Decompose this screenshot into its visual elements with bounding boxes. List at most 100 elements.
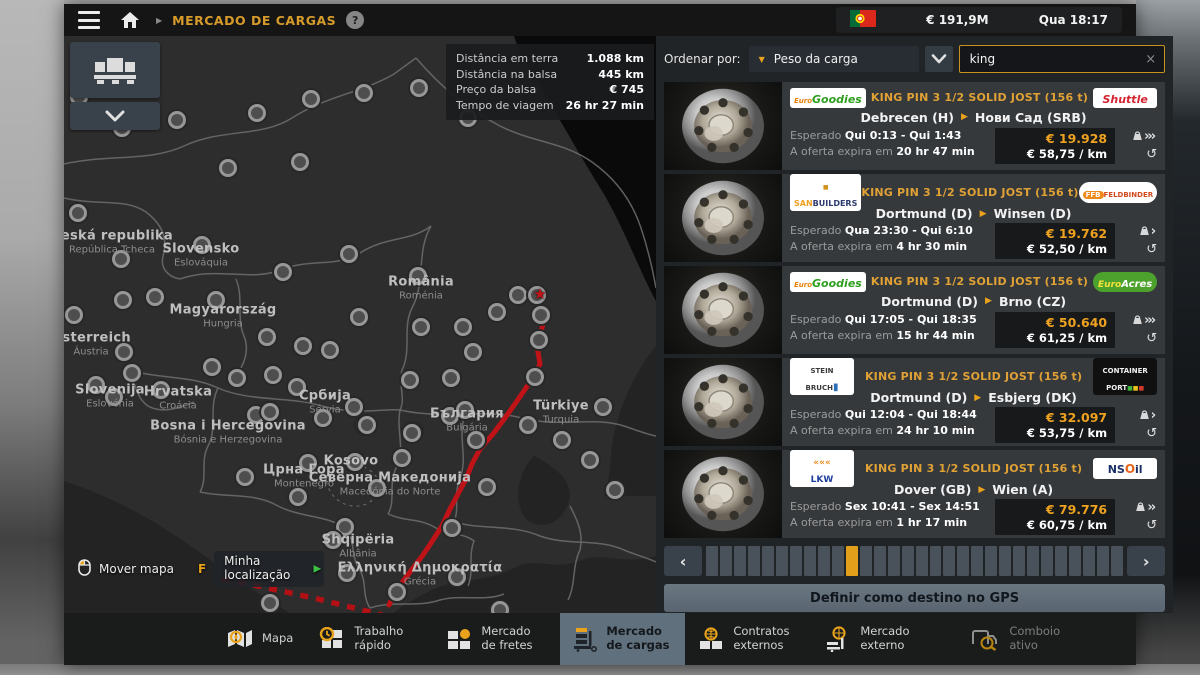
city-dot[interactable]	[368, 479, 386, 497]
city-dot[interactable]	[146, 288, 164, 306]
city-dot[interactable]	[467, 431, 485, 449]
page-segment[interactable]	[804, 546, 816, 576]
page-segment[interactable]	[790, 546, 802, 576]
help-icon[interactable]: ?	[346, 11, 364, 29]
page-segment[interactable]	[957, 546, 969, 576]
city-dot[interactable]	[203, 358, 221, 376]
city-dot[interactable]	[464, 343, 482, 361]
city-dot[interactable]	[358, 416, 376, 434]
city-dot[interactable]	[409, 267, 427, 285]
page-segment[interactable]	[1069, 546, 1081, 576]
city-dot[interactable]	[553, 431, 571, 449]
city-dot[interactable]	[248, 104, 266, 122]
page-segment[interactable]	[720, 546, 732, 576]
city-dot[interactable]	[302, 90, 320, 108]
city-dot[interactable]	[388, 583, 406, 601]
tab-cargo[interactable]: Mercado de cargas	[560, 613, 685, 665]
city-dot[interactable]	[412, 318, 430, 336]
city-dot[interactable]	[581, 451, 599, 469]
city-dot[interactable]	[350, 308, 368, 326]
city-dot[interactable]	[65, 306, 83, 324]
city-dot[interactable]	[274, 263, 292, 281]
page-segment[interactable]	[888, 546, 900, 576]
city-dot[interactable]	[454, 318, 472, 336]
cargo-offer-row[interactable]: EuroGoodiesKING PIN 3 1/2 SOLID JOST (15…	[664, 266, 1165, 354]
city-dot[interactable]	[456, 401, 474, 419]
city-dot[interactable]	[509, 286, 527, 304]
cargo-offer-row[interactable]: ■SANBUILDERSKING PIN 3 1/2 SOLID JOST (1…	[664, 174, 1165, 262]
page-segment[interactable]	[706, 546, 718, 576]
city-dot[interactable]	[443, 519, 461, 537]
city-dot[interactable]	[526, 368, 544, 386]
city-dot[interactable]	[219, 159, 237, 177]
city-dot[interactable]	[87, 376, 105, 394]
city-dot[interactable]	[340, 245, 358, 263]
city-dot[interactable]	[258, 328, 276, 346]
city-dot[interactable]	[532, 306, 550, 324]
page-segment[interactable]	[1055, 546, 1067, 576]
city-dot[interactable]	[112, 250, 130, 268]
city-dot[interactable]	[193, 236, 211, 254]
city-dot[interactable]	[338, 564, 356, 582]
city-dot[interactable]	[288, 378, 306, 396]
clear-search-icon[interactable]: ×	[1145, 52, 1156, 67]
page-segment[interactable]	[1111, 546, 1123, 576]
city-dot[interactable]	[69, 204, 87, 222]
city-dot[interactable]	[105, 388, 123, 406]
page-segment[interactable]	[1097, 546, 1109, 576]
home-icon[interactable]	[114, 9, 146, 31]
city-dot[interactable]	[478, 478, 496, 496]
page-segment[interactable]	[874, 546, 886, 576]
page-segment[interactable]	[1083, 546, 1095, 576]
city-dot[interactable]	[123, 364, 141, 382]
cargo-filter-button[interactable]	[70, 42, 160, 98]
city-dot[interactable]	[346, 453, 364, 471]
page-segment[interactable]	[832, 546, 844, 576]
city-dot[interactable]	[114, 291, 132, 309]
page-segment[interactable]	[1027, 546, 1039, 576]
page-segment[interactable]	[902, 546, 914, 576]
city-dot[interactable]	[236, 468, 254, 486]
tab-map[interactable]: Mapa	[214, 613, 306, 665]
city-dot[interactable]	[321, 341, 339, 359]
prev-page-button[interactable]: ‹	[664, 546, 702, 576]
cargo-offer-row[interactable]: STEINBRUCH▮KING PIN 3 1/2 SOLID JOST (15…	[664, 358, 1165, 446]
page-segment[interactable]	[930, 546, 942, 576]
city-dot[interactable]	[448, 568, 466, 586]
city-dot[interactable]	[314, 409, 332, 427]
tab-quick[interactable]: Trabalho rápido	[306, 613, 433, 665]
search-input[interactable]	[968, 51, 1146, 67]
city-dot[interactable]	[261, 403, 279, 421]
page-segment[interactable]	[1013, 546, 1025, 576]
set-gps-destination-button[interactable]: Definir como destino no GPS	[664, 584, 1165, 612]
page-segment[interactable]	[1041, 546, 1053, 576]
city-dot[interactable]	[264, 366, 282, 384]
city-dot[interactable]	[491, 601, 509, 613]
city-dot[interactable]	[207, 291, 225, 309]
page-segment[interactable]	[734, 546, 746, 576]
city-dot[interactable]	[530, 331, 548, 349]
collapse-filter-button[interactable]	[70, 102, 160, 130]
city-dot[interactable]	[410, 79, 428, 97]
tab-external[interactable]: Mercado externo	[812, 613, 939, 665]
page-segment[interactable]	[943, 546, 955, 576]
page-segment[interactable]	[971, 546, 983, 576]
page-segment[interactable]	[999, 546, 1011, 576]
city-dot[interactable]	[345, 398, 363, 416]
tab-freight[interactable]: Mercado de fretes	[433, 613, 560, 665]
city-dot[interactable]	[324, 531, 342, 549]
city-dot[interactable]	[403, 424, 421, 442]
city-dot[interactable]	[228, 369, 246, 387]
city-dot[interactable]	[152, 381, 170, 399]
city-dot[interactable]	[355, 84, 373, 102]
city-dot[interactable]	[115, 343, 133, 361]
cargo-offer-row[interactable]: EuroGoodiesKING PIN 3 1/2 SOLID JOST (15…	[664, 82, 1165, 170]
tab-convoy[interactable]: Comboio ativo	[957, 613, 1088, 665]
sort-dropdown[interactable]: ▼ Peso da carga	[749, 46, 919, 72]
page-segment[interactable]	[860, 546, 872, 576]
cargo-offer-row[interactable]: «««LKWKING PIN 3 1/2 SOLID JOST (156 t)N…	[664, 450, 1165, 538]
city-dot[interactable]	[519, 416, 537, 434]
city-dot[interactable]	[401, 371, 419, 389]
city-dot[interactable]	[289, 488, 307, 506]
my-location-button[interactable]: Minha localização ▶	[214, 551, 324, 587]
